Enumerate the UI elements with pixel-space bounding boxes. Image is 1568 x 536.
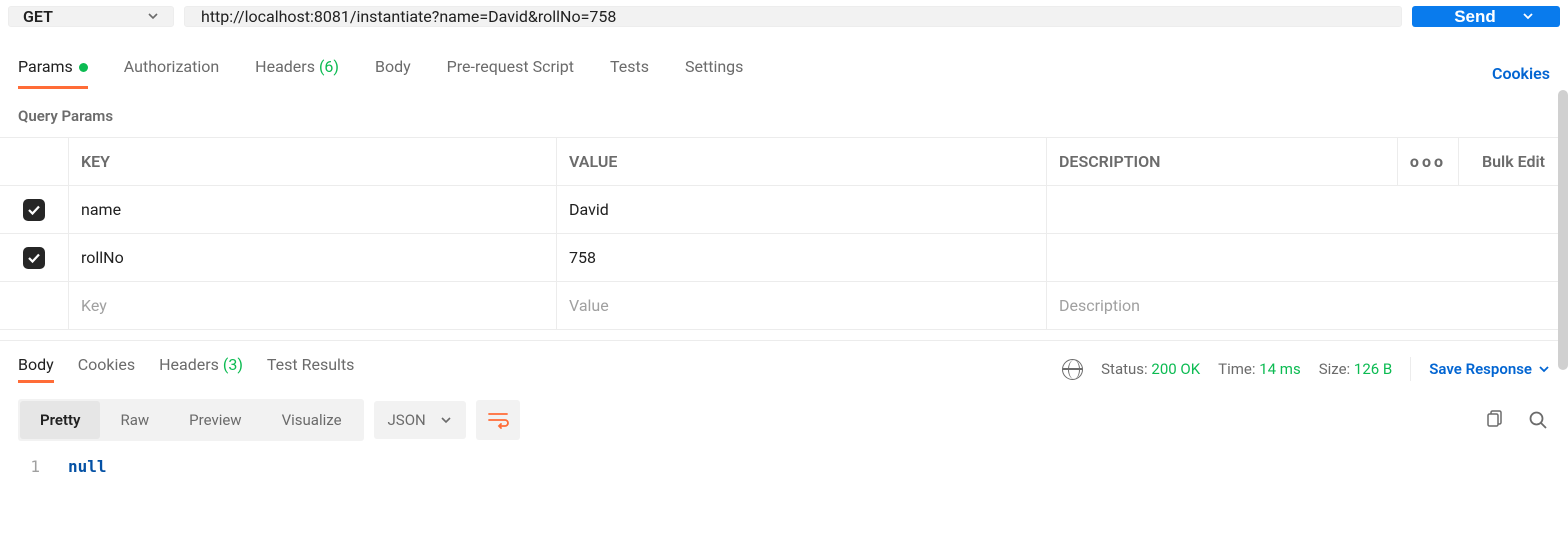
response-tab-headers[interactable]: Headers (3) [159,355,243,383]
param-key-cell[interactable]: name [68,186,556,233]
response-format-select[interactable]: JSON [374,401,466,439]
bulk-edit-button[interactable]: Bulk Edit [1458,138,1568,185]
response-tab-cookies[interactable]: Cookies [78,355,135,383]
copy-icon [1484,410,1504,430]
http-method-select[interactable]: GET [8,6,174,27]
scrollbar[interactable] [1558,90,1568,370]
col-header-description[interactable]: DESCRIPTION [1046,138,1397,185]
tab-authorization[interactable]: Authorization [124,57,219,89]
param-key-cell[interactable]: rollNo [68,234,556,281]
search-icon [1528,410,1548,430]
request-url-input[interactable]: http://localhost:8081/instantiate?name=D… [184,6,1402,27]
wrap-icon [487,411,509,429]
param-value-cell[interactable]: David [556,186,1046,233]
response-content: null [68,457,107,476]
active-dot-icon [79,63,88,72]
time-value: 14 ms [1259,360,1300,378]
response-tab-test-results[interactable]: Test Results [267,355,355,383]
col-header-value[interactable]: VALUE [556,138,1046,185]
time-label: Time: 14 ms [1218,360,1301,378]
format-value: JSON [388,411,426,429]
row-checkbox[interactable] [23,247,45,269]
tab-body[interactable]: Body [375,57,411,89]
param-description-cell[interactable] [1046,186,1568,233]
tab-params-label: Params [18,57,73,76]
view-mode-preview[interactable]: Preview [169,401,261,439]
table-row: rollNo 758 [0,234,1568,282]
chevron-down-icon [440,414,452,426]
cookies-link[interactable]: Cookies [1492,64,1550,83]
view-mode-raw[interactable]: Raw [100,401,169,439]
new-param-row: Key Value Description [0,282,1568,330]
view-mode-pretty[interactable]: Pretty [20,401,100,439]
param-description-cell[interactable] [1046,234,1568,281]
more-actions-button[interactable]: ooo [1397,138,1458,185]
chevron-down-icon [1522,9,1534,25]
size-label: Size: 126 B [1319,360,1393,378]
section-title-query-params: Query Params [0,89,1568,137]
http-method-value: GET [23,7,53,26]
row-checkbox[interactable] [23,199,45,221]
response-tab-headers-label: Headers [159,355,219,374]
status-label: Status: 200 OK [1101,360,1200,378]
divider [1410,357,1411,381]
request-url-text: http://localhost:8081/instantiate?name=D… [201,7,616,26]
save-response-label: Save Response [1429,360,1532,378]
status-value: 200 OK [1151,360,1200,378]
param-description-input[interactable]: Description [1046,282,1568,329]
param-value-input[interactable]: Value [556,282,1046,329]
param-key-input[interactable]: Key [68,282,556,329]
size-value: 126 B [1354,360,1392,378]
tab-headers-label: Headers [255,57,315,76]
search-button[interactable] [1526,408,1550,432]
tab-params[interactable]: Params [18,57,88,89]
response-tab-headers-count: (3) [223,355,243,374]
save-response-button[interactable]: Save Response [1429,360,1550,378]
tab-headers-count: (6) [319,57,339,76]
response-tab-body[interactable]: Body [18,355,54,383]
view-mode-visualize[interactable]: Visualize [262,401,362,439]
table-row: name David [0,186,1568,234]
tab-tests[interactable]: Tests [610,57,649,89]
col-header-key[interactable]: KEY [68,138,556,185]
line-number: 1 [0,457,68,476]
send-button[interactable]: Send [1412,6,1560,27]
tab-prerequest[interactable]: Pre-request Script [447,57,574,89]
chevron-down-icon [1538,363,1550,375]
line-wrap-button[interactable] [476,400,520,440]
send-button-label: Send [1454,7,1496,27]
chevron-down-icon [147,7,159,26]
response-body: 1 null [0,449,1568,484]
network-icon[interactable] [1062,359,1083,380]
tab-headers[interactable]: Headers (6) [255,57,339,89]
copy-button[interactable] [1482,408,1506,432]
param-value-cell[interactable]: 758 [556,234,1046,281]
tab-settings[interactable]: Settings [685,57,743,89]
